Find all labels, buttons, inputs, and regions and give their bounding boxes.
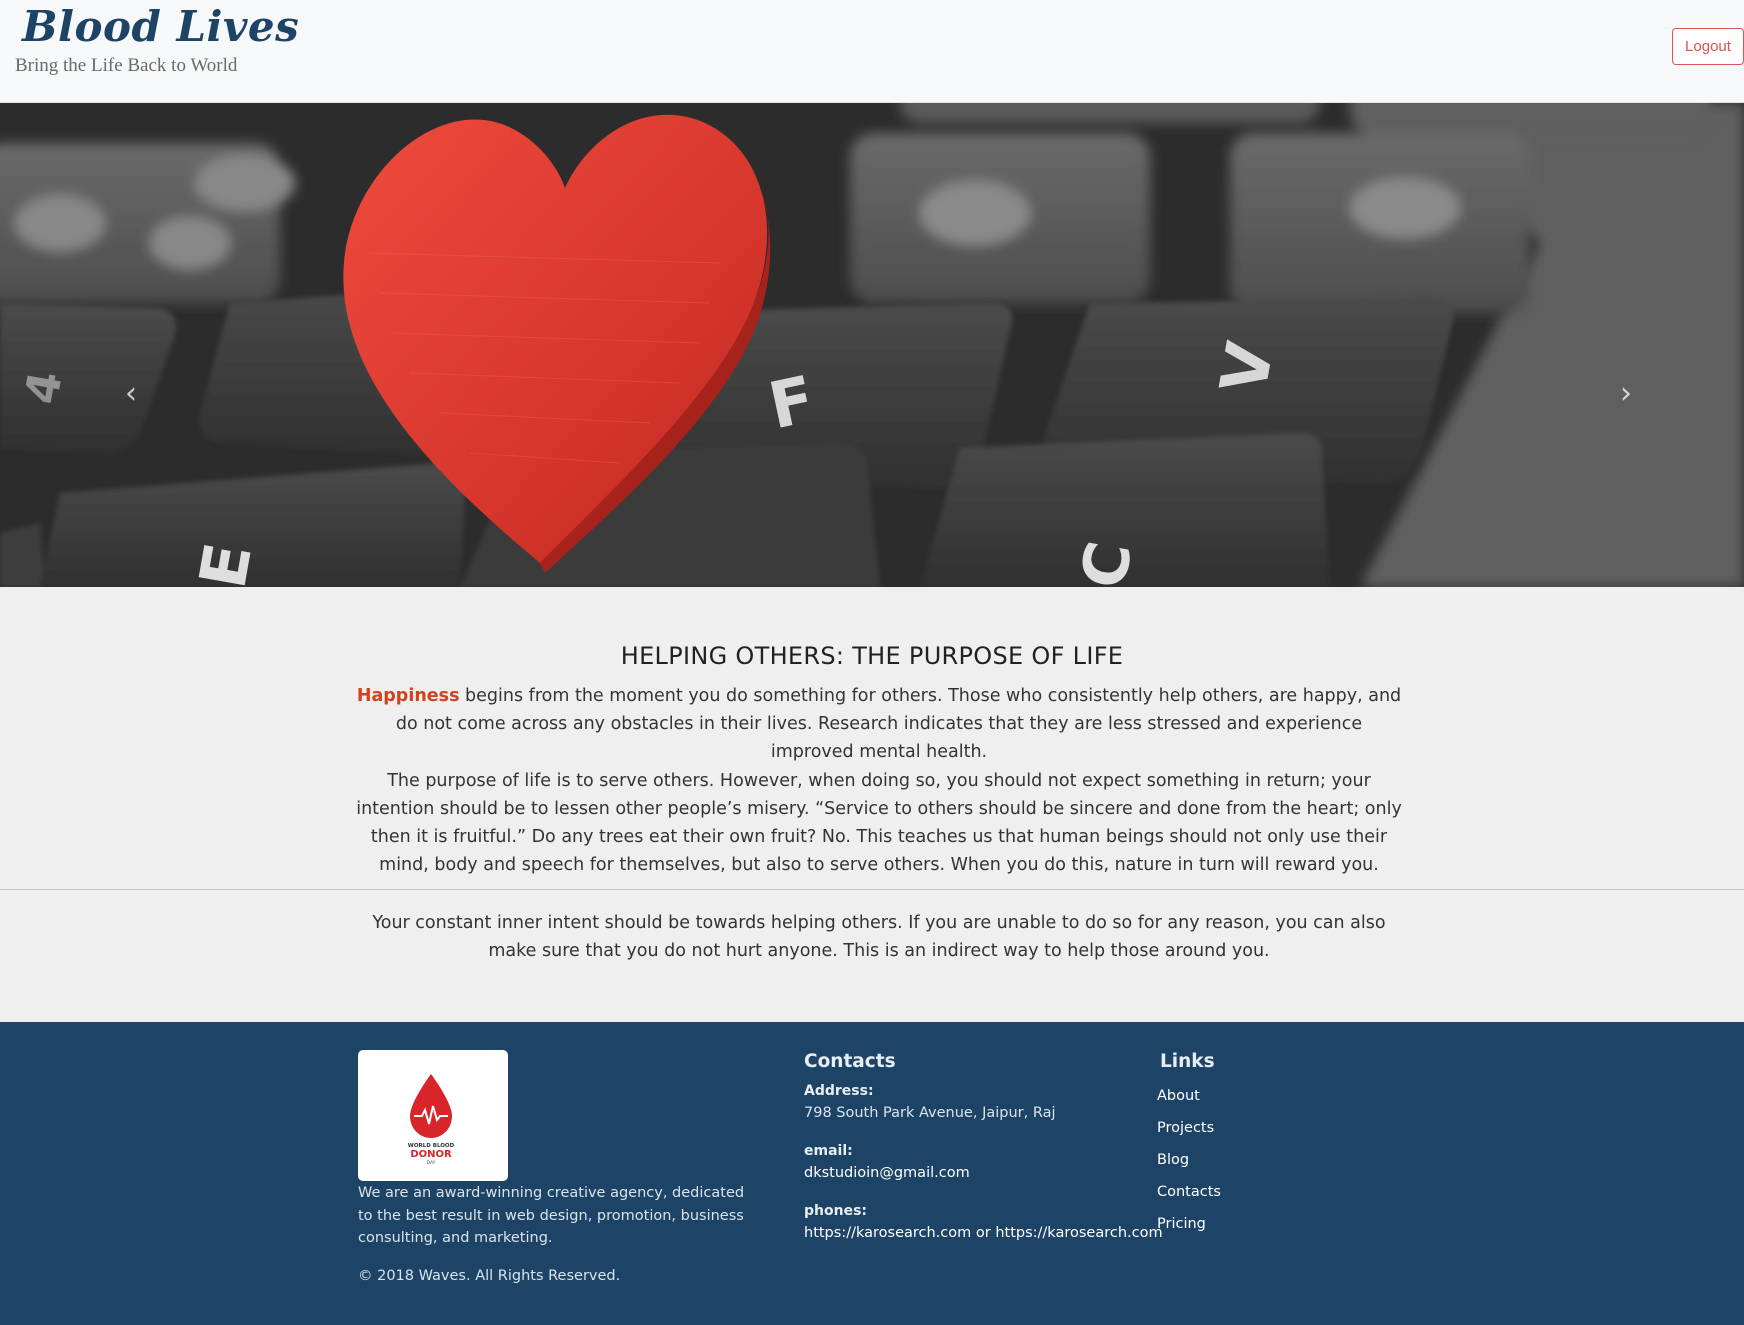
logo-text-line3: DAY bbox=[427, 1160, 436, 1166]
site-brand[interactable]: Blood Lives bbox=[22, 2, 299, 51]
address-label: Address: bbox=[804, 1083, 874, 1099]
hero-carousel: F V E C 4 4 ‹ › bbox=[0, 103, 1744, 587]
intro-paragraph: Happiness begins from the moment you do … bbox=[355, 682, 1403, 766]
carousel-prev-button[interactable]: ‹ bbox=[111, 373, 151, 413]
email-label: email: bbox=[804, 1143, 853, 1159]
email-link[interactable]: dkstudioin@gmail.com bbox=[804, 1165, 970, 1181]
page-title: HELPING OTHERS: THE PURPOSE OF LIFE bbox=[620, 642, 1124, 670]
site-footer: WORLD BLOOD DONOR DAY We are an award-wi… bbox=[0, 1022, 1744, 1325]
logout-button[interactable]: Logout bbox=[1672, 28, 1744, 65]
contacts-heading: Contacts bbox=[804, 1051, 896, 1072]
footer-link-contacts[interactable]: Contacts bbox=[1157, 1184, 1221, 1200]
footer-link-about[interactable]: About bbox=[1157, 1088, 1200, 1104]
logo-text-line2: DONOR bbox=[410, 1149, 452, 1160]
phone-link-2[interactable]: https://karosearch.com bbox=[995, 1225, 1162, 1241]
happiness-highlight: Happiness bbox=[356, 686, 460, 706]
carousel-next-button[interactable]: › bbox=[1606, 373, 1646, 413]
footer-link-pricing[interactable]: Pricing bbox=[1157, 1216, 1206, 1232]
intent-paragraph: Your constant inner intent should be tow… bbox=[372, 913, 1386, 961]
section-divider bbox=[0, 889, 1744, 890]
footer-link-blog[interactable]: Blog bbox=[1157, 1152, 1189, 1168]
copyright: © 2018 Waves. All Rights Reserved. bbox=[358, 1268, 621, 1284]
main-content: HELPING OTHERS: THE PURPOSE OF LIFE Happ… bbox=[0, 587, 1744, 1022]
chevron-right-icon: › bbox=[1620, 375, 1632, 411]
about-text: We are an award-winning creative agency,… bbox=[358, 1185, 745, 1246]
footer-link-projects[interactable]: Projects bbox=[1157, 1120, 1214, 1136]
phones-label: phones: bbox=[804, 1203, 867, 1219]
donor-day-logo: WORLD BLOOD DONOR DAY bbox=[358, 1050, 508, 1181]
phone-separator: or bbox=[971, 1225, 996, 1241]
address-value: 798 South Park Avenue, Jaipur, Raj bbox=[804, 1105, 1056, 1121]
hero-image: F V E C 4 4 bbox=[0, 103, 1744, 587]
intro-text: begins from the moment you do something … bbox=[395, 686, 1402, 762]
phones-value: https://karosearch.com or https://karose… bbox=[804, 1225, 1163, 1241]
site-tagline: Bring the Life Back to World bbox=[15, 55, 238, 76]
phone-link-1[interactable]: https://karosearch.com bbox=[804, 1225, 971, 1241]
links-heading: Links bbox=[1160, 1051, 1215, 1072]
site-header: Blood Lives Bring the Life Back to World… bbox=[0, 0, 1744, 103]
purpose-paragraph: The purpose of life is to serve others. … bbox=[356, 771, 1402, 875]
chevron-left-icon: ‹ bbox=[125, 375, 137, 411]
